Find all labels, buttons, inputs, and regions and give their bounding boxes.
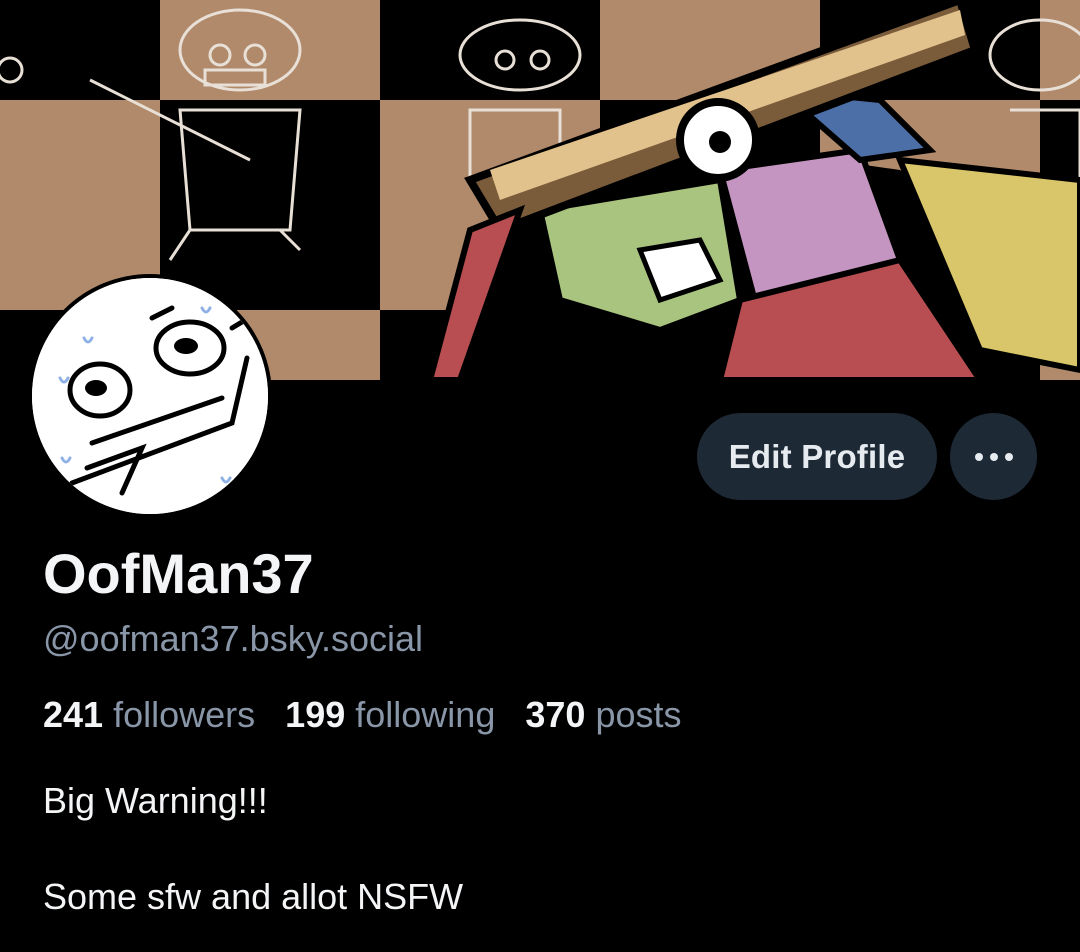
avatar-image <box>32 278 268 514</box>
profile-handle[interactable]: @oofman37.bsky.social <box>43 617 423 661</box>
edit-profile-button[interactable]: Edit Profile <box>697 413 937 500</box>
posts-count: 370 <box>525 694 586 735</box>
following-count: 199 <box>285 694 346 735</box>
display-name: OofMan37 <box>43 542 314 605</box>
more-options-button[interactable] <box>950 413 1037 500</box>
followers-count: 241 <box>43 694 104 735</box>
posts-label: posts <box>595 694 682 735</box>
ellipsis-icon <box>974 452 1013 461</box>
posts-stat: 370 posts <box>525 694 681 735</box>
bio-line: Some sfw and allot NSFW <box>43 876 464 917</box>
bio-line: Big Warning!!! <box>43 780 268 821</box>
following-stat[interactable]: 199 following <box>285 694 495 735</box>
followers-label: followers <box>113 694 256 735</box>
followers-stat[interactable]: 241 followers <box>43 694 255 735</box>
following-label: following <box>355 694 496 735</box>
avatar[interactable] <box>28 274 272 518</box>
profile-stats: 241 followers 199 following 370 posts <box>43 692 702 738</box>
